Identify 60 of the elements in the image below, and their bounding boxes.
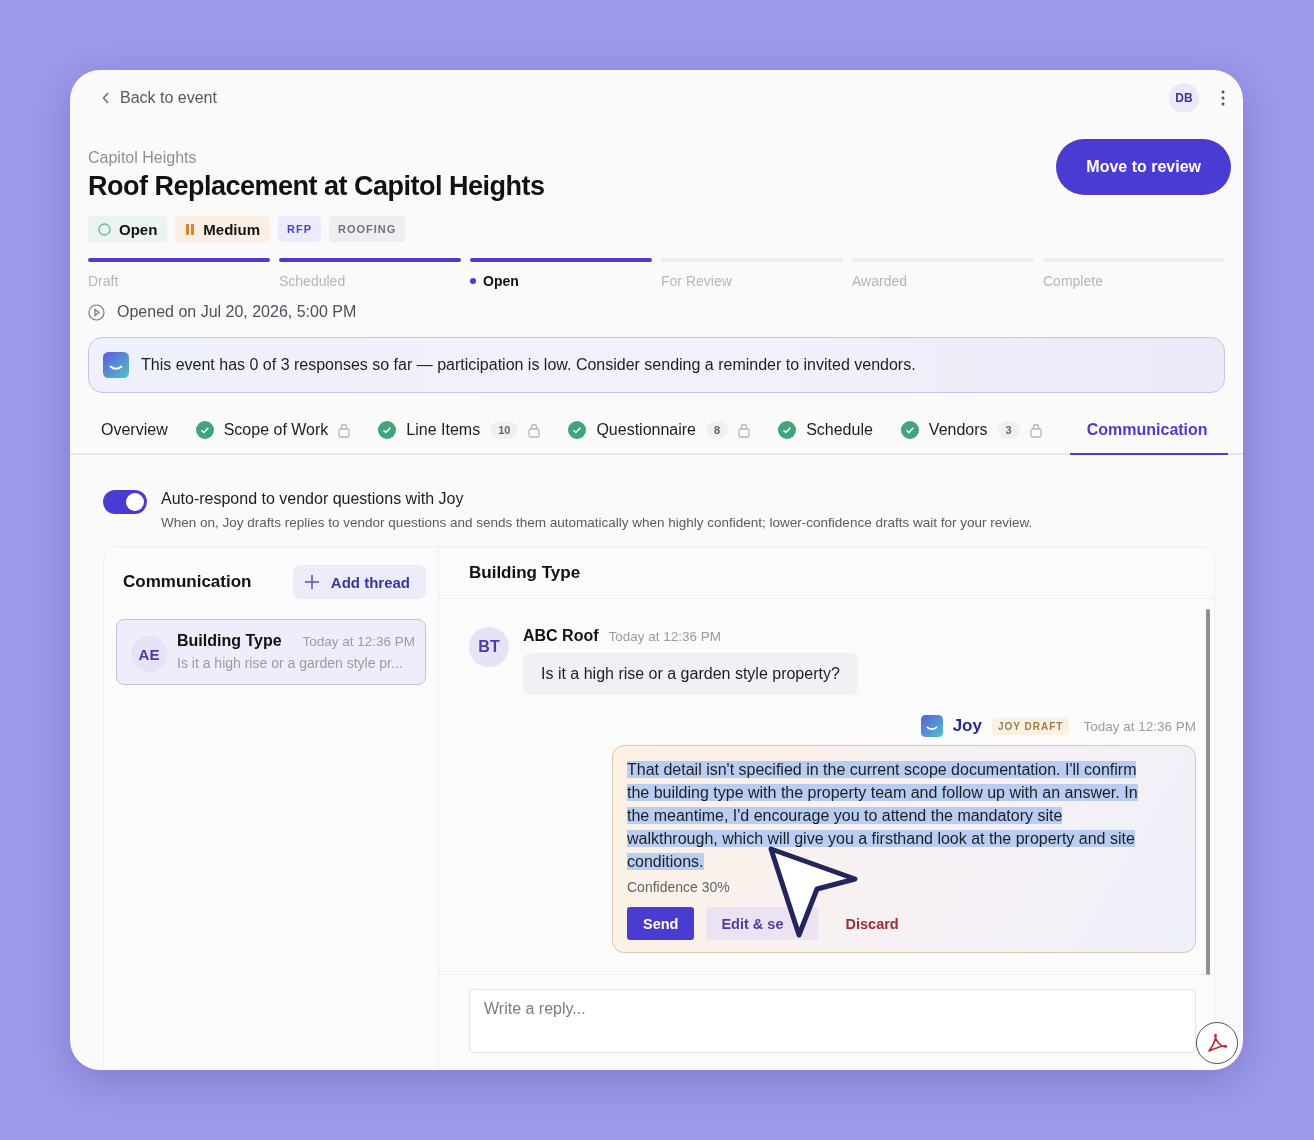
stage-label: Draft xyxy=(88,273,120,289)
message-author: Joy xyxy=(952,716,982,736)
message-bubble: Is it a high rise or a garden style property? xyxy=(523,653,858,695)
pdf-icon xyxy=(1205,1031,1229,1055)
primary-action-button[interactable]: Send xyxy=(627,907,695,940)
count-badge: 8 xyxy=(706,421,729,439)
toggle-hint: When on, Joy drafts replies to vendor questions and sends them automatically when highly confident; lower-confidence drafts wait for your review. xyxy=(161,515,1033,530)
thread-time: Today at 12:36 PM xyxy=(302,634,415,649)
status-badge: Open xyxy=(88,216,168,242)
count-badge: 10 xyxy=(490,421,519,439)
message-time: Today at 12:36 PM xyxy=(1083,718,1196,734)
message-author: ABC Roof xyxy=(523,627,599,645)
toggle-label: Auto-respond to vendor questions with Joy xyxy=(161,490,465,508)
draft-text: That detail isn't specified in the current scope documentation. I'll confirm the building type with the property team and follow up with an answer. In the meantime, I'd encourage you to attend the mandatory site walkthrough, which will give you a firsthand look at the property and site conditions. xyxy=(627,760,1139,872)
tab[interactable]: Questionnaire xyxy=(596,421,696,439)
tab[interactable]: Vendors xyxy=(928,421,988,439)
smile-icon xyxy=(103,352,129,378)
breadcrumb: Capitol Heights xyxy=(88,149,198,167)
stage-label: Awarded xyxy=(852,273,908,289)
scrollbar[interactable] xyxy=(1206,609,1210,975)
circle-icon xyxy=(98,222,111,236)
tab[interactable]: Schedule xyxy=(806,421,873,439)
alert-text: This event has 0 of 3 responses so far — participation is low. Consider sending a reminder to invited vendors. xyxy=(141,356,916,374)
stage-label: Complete xyxy=(1043,273,1104,289)
chevron-left-icon xyxy=(102,92,110,104)
pause-icon xyxy=(185,223,196,235)
plus-icon xyxy=(304,575,319,589)
move-to-review-button[interactable]: Move to review xyxy=(1056,139,1231,195)
stage-label: Scheduled xyxy=(279,273,347,289)
add-thread-button[interactable]: Add thread xyxy=(292,565,426,599)
thread-title: Building Type xyxy=(177,632,282,650)
category-badge: ROOFING xyxy=(329,216,406,242)
reply-field[interactable]: Write a reply... xyxy=(469,989,1196,1053)
opened-date: Opened on Jul 20, 2026, 5:00 PM xyxy=(117,303,357,321)
stage-label: For Review xyxy=(661,273,733,289)
more-icon[interactable] xyxy=(1221,90,1225,106)
message-time: Today at 12:36 PM xyxy=(608,629,722,644)
confidence-text: Confidence 30% xyxy=(627,879,731,895)
play-icon xyxy=(88,303,105,321)
tab[interactable]: Communication xyxy=(1086,421,1208,439)
draft-badge: JOY DRAFT xyxy=(991,717,1070,735)
type-badge: RFP xyxy=(278,216,321,242)
event-title: Roof Replacement at Capitol Heights xyxy=(88,171,545,202)
danger-action-button[interactable]: Discard xyxy=(829,907,915,940)
stage-label: Open xyxy=(470,273,652,289)
tab[interactable]: Overview xyxy=(101,421,168,439)
smile-icon xyxy=(920,715,943,737)
thread-item[interactable]: AE Building Type Today at 12:36 PM Is it a high rise or a garden style pr... xyxy=(116,619,426,685)
thread-avatar: AE xyxy=(131,636,167,672)
count-badge: 3 xyxy=(997,421,1020,439)
tab[interactable]: Scope of Work xyxy=(223,421,329,439)
vendor-avatar: BT xyxy=(469,627,509,667)
auto-respond-toggle[interactable] xyxy=(103,490,147,514)
priority-badge: Medium xyxy=(175,216,270,242)
panel-title: Communication xyxy=(123,572,252,592)
user-avatar[interactable]: DB xyxy=(1169,83,1199,113)
thread-preview: Is it a high rise or a garden style pr... xyxy=(177,655,404,671)
back-link[interactable]: Back to event xyxy=(102,89,217,107)
conversation-title: Building Type xyxy=(469,562,581,583)
tab[interactable]: Line Items xyxy=(406,421,481,439)
